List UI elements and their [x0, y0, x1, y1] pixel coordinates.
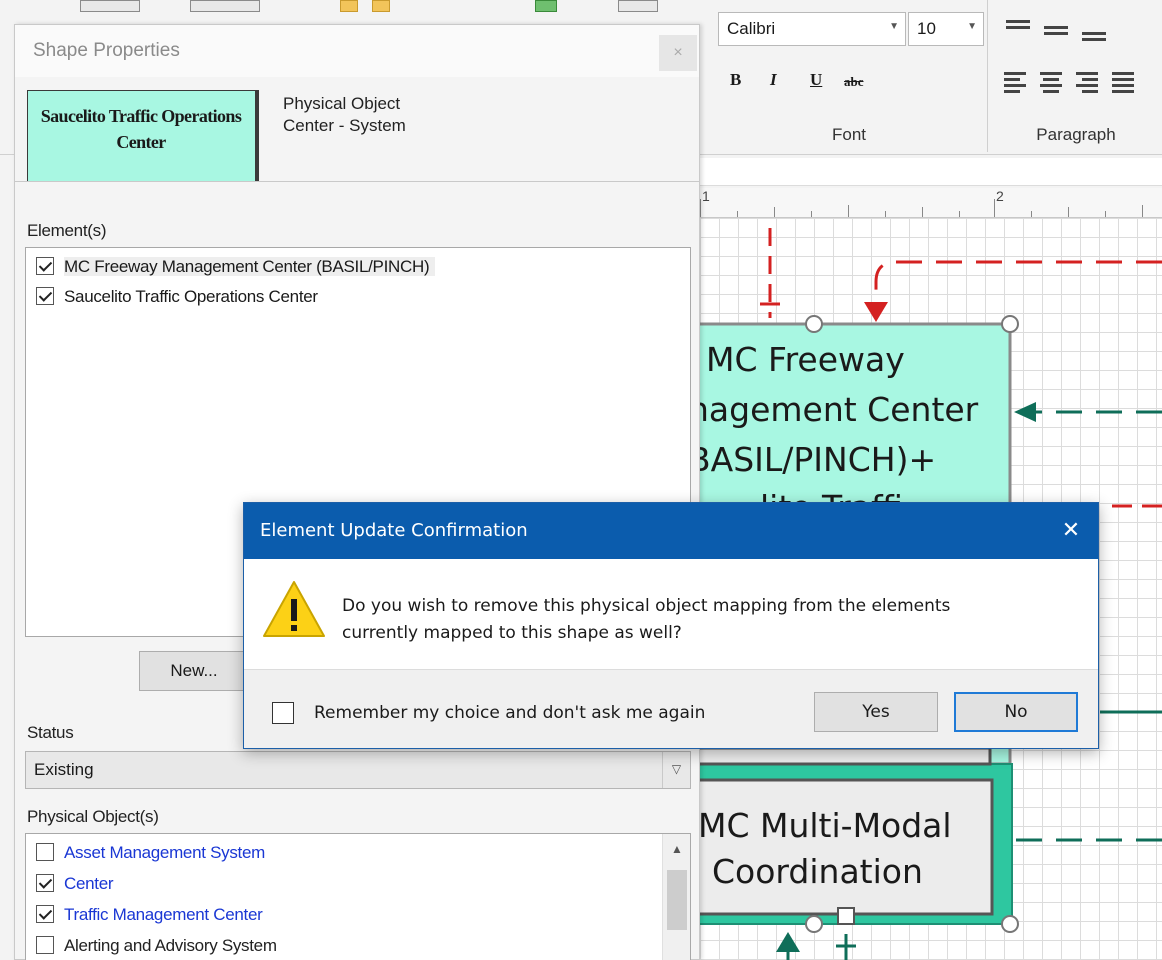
shape-connection-handle[interactable] — [1001, 915, 1019, 933]
refresh-icon[interactable] — [535, 0, 557, 12]
status-select[interactable]: Existing ▽ — [25, 751, 691, 789]
checkbox[interactable] — [36, 936, 54, 954]
arrow-head-green-up — [776, 932, 800, 952]
no-button[interactable]: No — [954, 692, 1078, 732]
text-block-icon[interactable] — [618, 0, 658, 12]
shape-label-line: MC Multi-Modal — [698, 806, 952, 845]
tab-physical-object[interactable]: Physical Object Center - System — [283, 93, 503, 137]
shape-label-line: MC Freeway — [706, 340, 905, 379]
tab-physical-object-label: Physical Object — [283, 94, 401, 113]
yes-button[interactable]: Yes — [814, 692, 938, 732]
shape-connection-handle[interactable] — [1001, 315, 1019, 333]
physical-object-label: Traffic Management Center — [64, 905, 263, 924]
remember-choice-checkbox[interactable] — [272, 702, 294, 724]
font-name-combo[interactable]: Calibri ▼ — [718, 12, 906, 46]
dialog-message: Do you wish to remove this physical obje… — [342, 593, 1072, 647]
chevron-down-icon[interactable]: ▽ — [662, 752, 690, 788]
scrollbar-thumb[interactable] — [667, 870, 687, 930]
paragraph-group: Paragraph — [990, 0, 1162, 152]
warning-icon — [263, 581, 325, 637]
tab-physical-object-label: Center - System — [283, 116, 406, 135]
paragraph-group-label: Paragraph — [1036, 125, 1116, 144]
physical-objects-list[interactable]: Asset Management System Center Traffic M… — [25, 833, 691, 960]
list-item[interactable]: Asset Management System — [36, 842, 265, 866]
ribbon-partial-toolbar — [0, 0, 700, 14]
element-update-confirmation-dialog: Element Update Confirmation ✕ Do you wis… — [243, 502, 1099, 749]
folder-icon[interactable] — [372, 0, 390, 12]
shape-properties-panel: Shape Properties × Saucelito Traffic Ope… — [14, 24, 700, 960]
character-spacing-icon[interactable] — [80, 0, 140, 12]
dialog-message-line: currently mapped to this shape as well? — [342, 623, 682, 643]
physical-objects-label: Physical Object(s) — [27, 807, 159, 826]
shape-label-line: nagement Center — [688, 390, 979, 429]
tab-shape-label: Saucelito Traffic Operations Center — [40, 106, 242, 152]
folder-icon[interactable] — [340, 0, 358, 12]
checkbox[interactable] — [36, 287, 54, 305]
ruler-mark-2: 2 — [996, 188, 1004, 204]
status-value: Existing — [34, 760, 94, 779]
ruler-mark-1: 1 — [702, 188, 710, 204]
chevron-down-icon[interactable]: ▼ — [889, 21, 899, 32]
element-label: Saucelito Traffic Operations Center — [64, 287, 318, 306]
bold-button[interactable]: B — [730, 70, 741, 90]
panel-title-bar[interactable]: Shape Properties × — [15, 25, 699, 77]
underline-button[interactable]: U — [810, 70, 822, 90]
physical-object-label: Center — [64, 874, 114, 893]
tab-shape[interactable]: Saucelito Traffic Operations Center — [27, 90, 259, 182]
list-item[interactable]: MC Freeway Management Center (BASIL/PINC… — [36, 256, 436, 280]
dialog-title: Element Update Confirmation — [260, 520, 528, 541]
shape-control-handle[interactable] — [837, 907, 855, 925]
shape-label-line: BASIL/PINCH)+ — [688, 440, 937, 479]
checkbox[interactable] — [36, 905, 54, 923]
physical-object-label: Alerting and Advisory System — [64, 936, 277, 955]
list-item[interactable]: Traffic Management Center — [36, 904, 263, 928]
horizontal-ruler: 1 2 — [700, 188, 1162, 218]
strikethrough-button[interactable]: abc — [844, 74, 864, 90]
font-name-value: Calibri — [727, 19, 776, 38]
status-label: Status — [27, 723, 74, 742]
tab-divider — [15, 181, 699, 182]
flow-line-green-cross[interactable] — [836, 934, 856, 960]
dialog-message-line: Do you wish to remove this physical obje… — [342, 596, 951, 616]
checkbox[interactable] — [36, 874, 54, 892]
close-icon[interactable]: ✕ — [1050, 511, 1092, 551]
physical-object-label: Asset Management System — [64, 843, 265, 862]
shape-connection-handle[interactable] — [805, 915, 823, 933]
table-icon[interactable] — [190, 0, 260, 12]
remember-choice-label[interactable]: Remember my choice and don't ask me agai… — [314, 703, 705, 723]
element-label: MC Freeway Management Center (BASIL/PINC… — [64, 257, 436, 276]
list-item[interactable]: Alerting and Advisory System — [36, 935, 277, 959]
formula-bar — [700, 158, 1162, 186]
dialog-footer: Remember my choice and don't ask me agai… — [244, 669, 1098, 748]
italic-button[interactable]: I — [770, 70, 777, 90]
panel-title: Shape Properties — [33, 40, 180, 61]
chevron-down-icon[interactable]: ▼ — [967, 21, 977, 32]
checkbox[interactable] — [36, 257, 54, 275]
list-item[interactable]: Saucelito Traffic Operations Center — [36, 286, 318, 310]
chevron-up-icon[interactable]: ▲ — [663, 842, 691, 856]
shape-label-line: Coordination — [712, 852, 923, 891]
arrow-head-green — [1014, 402, 1036, 422]
elements-label: Element(s) — [27, 221, 107, 240]
list-item[interactable]: Center — [36, 873, 114, 897]
shape-connection-handle[interactable] — [805, 315, 823, 333]
shape-freeway-lower-part[interactable] — [700, 746, 992, 766]
font-size-combo[interactable]: 10 ▼ — [908, 12, 984, 46]
dialog-title-bar[interactable]: Element Update Confirmation ✕ — [244, 503, 1098, 559]
arrow-head-red — [864, 302, 888, 322]
flow-line-red-top[interactable] — [874, 260, 1162, 302]
shape-multimodal-coordination[interactable] — [700, 778, 994, 916]
scrollbar[interactable]: ▲ — [662, 834, 690, 960]
checkbox[interactable] — [36, 843, 54, 861]
font-group-label: Font — [831, 125, 867, 144]
close-icon[interactable]: × — [659, 35, 697, 71]
new-button[interactable]: New... — [139, 651, 249, 691]
font-size-value: 10 — [917, 19, 936, 38]
font-group: Calibri ▼ 10 ▼ B I U abc Font — [710, 0, 988, 152]
